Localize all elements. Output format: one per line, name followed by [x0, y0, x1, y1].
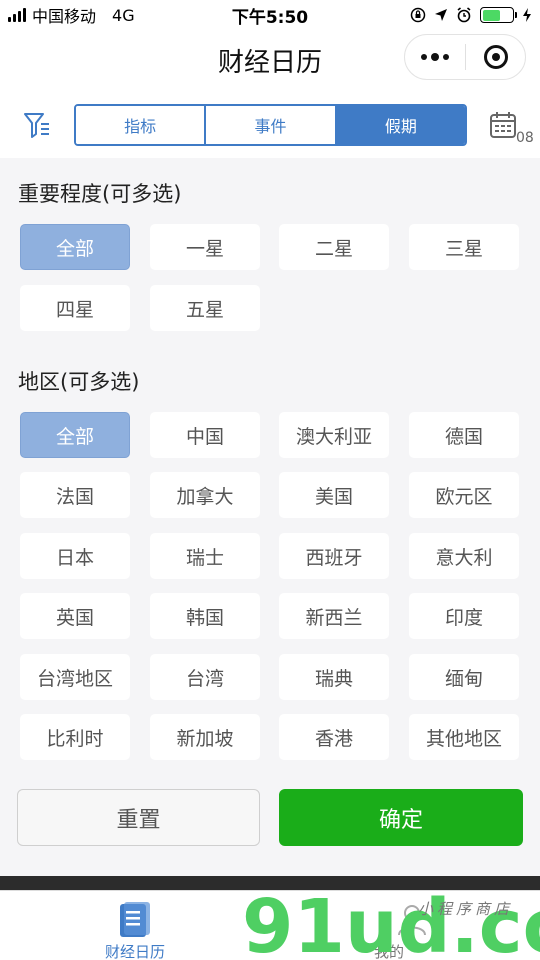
region-option[interactable]: 中国 [150, 412, 260, 458]
region-section-title: 地区(可多选) [18, 370, 140, 394]
nav-bar: 财经日历 [0, 30, 540, 90]
region-option[interactable]: 台湾 [150, 654, 260, 700]
region-option[interactable]: 日本 [20, 533, 130, 579]
region-option[interactable]: 欧元区 [409, 472, 519, 518]
calendar-day-number: 08 [516, 130, 534, 146]
user-icon [398, 905, 426, 936]
region-option[interactable]: 意大利 [409, 533, 519, 579]
filter-panel: 重要程度(可多选) 全部 一星 二星 三星 四星 五星 地区(可多选) 全部 中… [0, 158, 540, 876]
confirm-button[interactable]: 确定 [279, 789, 523, 846]
reset-button[interactable]: 重置 [17, 789, 260, 846]
region-option[interactable]: 印度 [409, 593, 519, 639]
importance-section-title: 重要程度(可多选) [18, 182, 182, 206]
region-option[interactable]: 德国 [409, 412, 519, 458]
region-option[interactable]: 西班牙 [279, 533, 389, 579]
charging-icon [523, 8, 531, 22]
tab-event[interactable]: 事件 [204, 106, 335, 144]
document-list-icon [120, 902, 150, 937]
filter-icon[interactable] [22, 110, 52, 140]
tab-indicator[interactable]: 指标 [76, 106, 205, 144]
tab-holiday[interactable]: 假期 [334, 106, 465, 144]
rotation-lock-icon [410, 7, 426, 23]
region-option[interactable]: 法国 [20, 472, 130, 518]
status-right [410, 7, 532, 23]
region-option[interactable]: 瑞典 [279, 654, 389, 700]
bottom-tab-calendar-label: 财经日历 [104, 943, 165, 960]
region-option[interactable]: 其他地区 [409, 714, 519, 760]
tab-row: 指标 事件 假期 08 [0, 90, 540, 158]
importance-option-1star[interactable]: 一星 [150, 224, 260, 270]
more-dots-icon [431, 53, 439, 61]
region-option[interactable]: 瑞士 [150, 533, 260, 579]
network-type: 4G [112, 5, 135, 25]
bottom-tab-calendar[interactable]: 财经日历 [0, 891, 270, 960]
region-option[interactable]: 缅甸 [409, 654, 519, 700]
region-option[interactable]: 香港 [279, 714, 389, 760]
importance-option-2star[interactable]: 二星 [279, 224, 389, 270]
category-tabs: 指标 事件 假期 [74, 104, 467, 146]
region-option[interactable]: 韩国 [150, 593, 260, 639]
region-option[interactable]: 比利时 [20, 714, 130, 760]
region-option[interactable]: 新加坡 [150, 714, 260, 760]
region-option[interactable]: 澳大利亚 [279, 412, 389, 458]
region-option[interactable]: 加拿大 [150, 472, 260, 518]
signal-icon [8, 8, 26, 22]
region-option[interactable]: 美国 [279, 472, 389, 518]
importance-option-3star[interactable]: 三星 [409, 224, 519, 270]
target-close-icon [483, 45, 508, 69]
more-dots-icon [421, 54, 427, 60]
region-option[interactable]: 全部 [20, 412, 130, 458]
importance-option-4star[interactable]: 四星 [20, 285, 130, 331]
status-bar: 中国移动 4G 下午5:50 [0, 0, 540, 30]
carrier-name: 中国移动 [32, 7, 97, 26]
bottom-tab-mine[interactable]: 我的 [270, 891, 540, 960]
importance-option-all[interactable]: 全部 [20, 224, 130, 270]
region-option[interactable]: 新西兰 [279, 593, 389, 639]
mini-program-capsule [404, 34, 526, 80]
region-option[interactable]: 台湾地区 [20, 654, 130, 700]
bottom-tab-mine-label: 我的 [373, 943, 404, 960]
calendar-icon[interactable] [488, 110, 518, 140]
more-dots-icon [443, 54, 449, 60]
importance-option-5star[interactable]: 五星 [150, 285, 260, 331]
region-option[interactable]: 英国 [20, 593, 130, 639]
overlay-divider [0, 876, 540, 890]
bottom-tab-bar: 财经日历 我的 [0, 890, 540, 960]
status-left: 中国移动 4G [8, 3, 135, 27]
close-mini-program-button[interactable] [466, 45, 525, 69]
location-icon [435, 9, 447, 21]
more-menu-button[interactable] [405, 35, 465, 79]
alarm-icon [457, 7, 471, 23]
battery-icon [480, 7, 517, 23]
